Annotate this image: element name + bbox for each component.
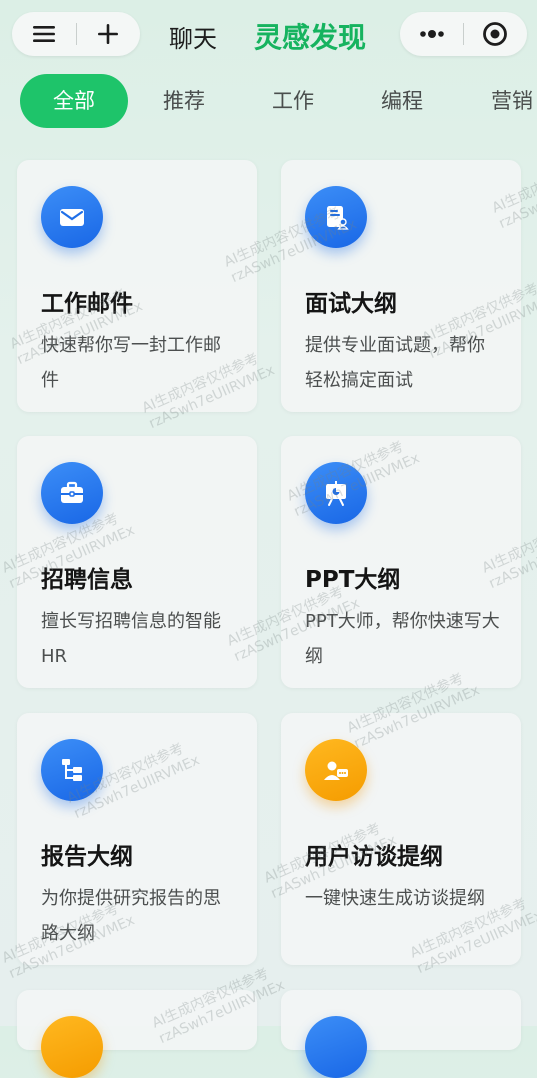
- card-title: 招聘信息: [41, 567, 133, 593]
- outline-tree-icon: [41, 739, 103, 801]
- category-tab-coding[interactable]: 编程: [380, 74, 424, 128]
- card-description: 为你提供研究报告的思路大纲: [41, 888, 221, 944]
- menu-button[interactable]: [12, 12, 76, 56]
- card-description: 一键快速生成访谈提纲: [305, 888, 485, 909]
- card-interview-outline[interactable]: 面试大纲 提供专业面试题，帮你轻松搞定面试: [281, 160, 521, 412]
- category-tab-all[interactable]: 全部: [20, 74, 128, 128]
- mail-icon: [41, 186, 103, 248]
- category-tab-recommended[interactable]: 推荐: [162, 74, 206, 128]
- record-circle-icon: [483, 22, 508, 46]
- right-capsule: [400, 12, 527, 56]
- menu-icon: [32, 26, 55, 42]
- card-description: 提供专业面试题，帮你轻松搞定面试: [305, 335, 485, 391]
- card-partial[interactable]: [281, 990, 521, 1078]
- partial-orange-icon: [41, 1016, 103, 1078]
- briefcase-icon: [41, 462, 103, 524]
- tab-chat[interactable]: 聊天: [169, 19, 217, 54]
- card-user-interview-outline[interactable]: 用户访谈提纲 一键快速生成访谈提纲: [281, 713, 521, 965]
- top-bar: 聊天 灵感发现: [0, 0, 537, 70]
- card-description: PPT大师，帮你快速写大纲: [305, 611, 500, 667]
- card-title: 报告大纲: [41, 844, 133, 870]
- category-tab-marketing[interactable]: 营销: [490, 74, 534, 128]
- category-tab-work[interactable]: 工作: [271, 74, 315, 128]
- left-capsule: [12, 12, 140, 56]
- resume-icon: [305, 186, 367, 248]
- card-report-outline[interactable]: 报告大纲 为你提供研究报告的思路大纲: [17, 713, 257, 965]
- card-recruitment-info[interactable]: 招聘信息 擅长写招聘信息的智能HR: [17, 436, 257, 688]
- card-partial[interactable]: [17, 990, 257, 1078]
- more-dots-icon: [419, 30, 444, 38]
- card-title: PPT大纲: [305, 567, 401, 593]
- new-chat-button[interactable]: [77, 12, 141, 56]
- card-title: 用户访谈提纲: [305, 844, 443, 870]
- partial-blue-icon: [305, 1016, 367, 1078]
- close-miniapp-button[interactable]: [464, 12, 527, 56]
- more-button[interactable]: [400, 12, 463, 56]
- card-title: 面试大纲: [305, 291, 397, 317]
- card-work-email[interactable]: 工作邮件 快速帮你写一封工作邮件: [17, 160, 257, 412]
- category-tabs: 全部 推荐 工作 编程 营销: [0, 74, 537, 130]
- card-description: 擅长写招聘信息的智能HR: [41, 611, 221, 667]
- plus-icon: [98, 24, 119, 44]
- card-title: 工作邮件: [41, 291, 133, 317]
- tab-inspiration[interactable]: 灵感发现: [254, 16, 366, 56]
- interview-icon: [305, 739, 367, 801]
- card-description: 快速帮你写一封工作邮件: [41, 335, 221, 391]
- presentation-icon: [305, 462, 367, 524]
- card-ppt-outline[interactable]: PPT大纲 PPT大师，帮你快速写大纲: [281, 436, 521, 688]
